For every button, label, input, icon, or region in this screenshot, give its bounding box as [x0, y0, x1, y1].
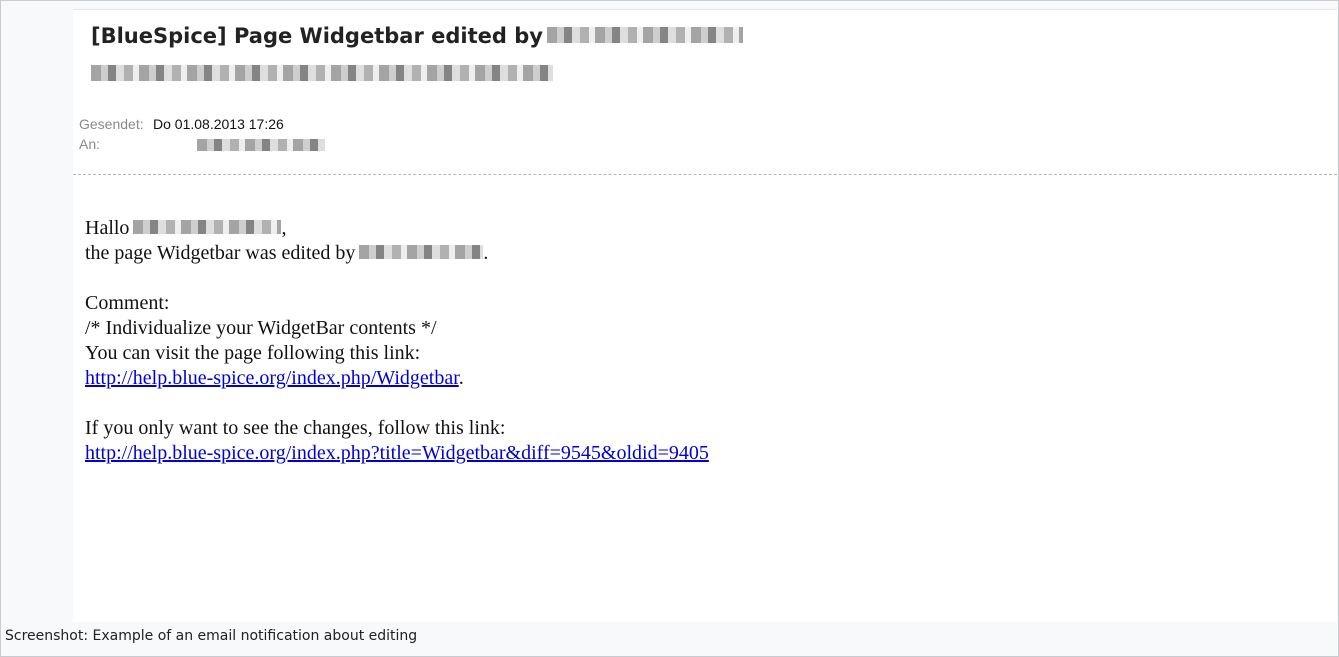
page-link[interactable]: http://help.blue-spice.org/index.php/Wid… — [85, 367, 459, 389]
greeting-line: Hallo, — [85, 216, 709, 241]
image-figure: [BlueSpice] Page Widgetbar edited by Ges… — [0, 0, 1339, 657]
sent-label: Gesendet: — [79, 116, 144, 132]
diff-link[interactable]: http://help.blue-spice.org/index.php?tit… — [85, 442, 709, 464]
sent-value: Do 01.08.2013 17:26 — [153, 116, 284, 132]
comment-label: Comment: — [85, 292, 170, 314]
visit-text: You can visit the page following this li… — [85, 342, 421, 364]
comment-text: /* Individualize your WidgetBar contents… — [85, 317, 437, 339]
page-link-line: http://help.blue-spice.org/index.php/Wid… — [85, 366, 709, 391]
to-row: An: — [79, 136, 325, 152]
greeting-text: Hallo — [85, 217, 130, 239]
to-label: An: — [79, 136, 101, 152]
changes-text: If you only want to see the changes, fol… — [85, 417, 506, 439]
redacted-recipient — [197, 139, 325, 152]
redacted-author-name — [546, 27, 743, 43]
edited-text: the page Widgetbar was edited by — [85, 242, 356, 264]
email-subject: [BlueSpice] Page Widgetbar edited by — [91, 24, 743, 48]
email-screenshot: [BlueSpice] Page Widgetbar edited by Ges… — [73, 9, 1337, 622]
edited-line: the page Widgetbar was edited by. — [85, 241, 709, 266]
greeting-end: , — [281, 217, 287, 239]
redacted-recipient-name — [133, 220, 282, 235]
diff-link-line: http://help.blue-spice.org/index.php?tit… — [85, 441, 709, 466]
email-body: Hallo, the page Widgetbar was edited by.… — [85, 216, 709, 466]
redacted-editor-name — [359, 245, 484, 260]
email-sender — [91, 62, 553, 81]
header-divider — [73, 174, 1337, 175]
image-caption: Screenshot: Example of an email notifica… — [5, 628, 418, 644]
redacted-sender-address — [91, 64, 553, 81]
email-subject-text: [BlueSpice] Page Widgetbar edited by — [91, 24, 543, 48]
edited-end: . — [483, 242, 489, 264]
sent-row: Gesendet: Do 01.08.2013 17:26 — [79, 116, 284, 132]
page-link-end: . — [458, 367, 464, 389]
